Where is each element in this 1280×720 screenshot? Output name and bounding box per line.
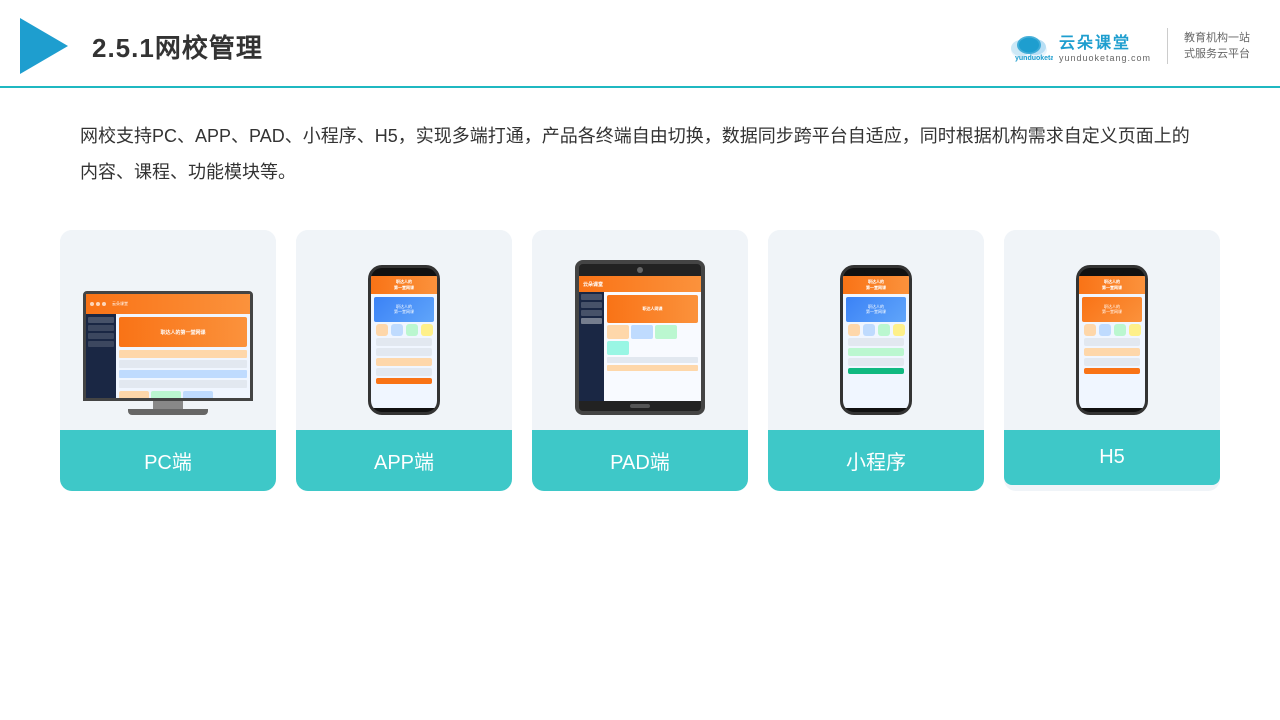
- pc-mock: 云朵课堂 职达人的第一堂网课: [83, 291, 253, 415]
- tablet-mock: 云朵课堂 职达人网课: [575, 260, 705, 415]
- cloud-icon: yunduoketang: [1005, 28, 1053, 64]
- pc-image-area: 云朵课堂 职达人的第一堂网课: [60, 230, 276, 430]
- tablet-home-button: [630, 404, 650, 408]
- pc-screen: 云朵课堂 职达人的第一堂网课: [83, 291, 253, 401]
- brand-pinyin: yunduoketang.com: [1059, 53, 1151, 63]
- header-right: yunduoketang 云朵课堂 yunduoketang.com 教育机构一…: [1005, 28, 1250, 64]
- pc-stand: [153, 401, 183, 409]
- pc-label: PC端: [60, 430, 276, 491]
- device-cards-container: 云朵课堂 职达人的第一堂网课: [0, 200, 1280, 491]
- h5-card: 职达人的第一堂网课 职达人的第一堂网课: [1004, 230, 1220, 491]
- mini-phone-mock: 职达人的第一堂网课 职达人的第一堂网课: [840, 265, 912, 415]
- app-card: 职达人的第一堂网课 职达人的第一堂网课: [296, 230, 512, 491]
- pad-card: 云朵课堂 职达人网课: [532, 230, 748, 491]
- h5-image-area: 职达人的第一堂网课 职达人的第一堂网课: [1004, 230, 1220, 430]
- phone-notch: [392, 270, 416, 276]
- pad-image-area: 云朵课堂 职达人网课: [532, 230, 748, 430]
- header-left: 2.5.1网校管理: [20, 18, 263, 74]
- app-phone-mock: 职达人的第一堂网课 职达人的第一堂网课: [368, 265, 440, 415]
- mini-label: 小程序: [768, 430, 984, 491]
- page-header: 2.5.1网校管理 yunduoketang 云朵课堂 yunduoketang…: [0, 0, 1280, 88]
- h5-notch: [1100, 270, 1124, 276]
- mini-card: 职达人的第一堂网课 职达人的第一堂网课: [768, 230, 984, 491]
- description-text: 网校支持PC、APP、PAD、小程序、H5，实现多端打通，产品各终端自由切换，数…: [0, 88, 1280, 190]
- mini-image-area: 职达人的第一堂网课 职达人的第一堂网课: [768, 230, 984, 430]
- logo-triangle-icon: [20, 18, 68, 74]
- tablet-camera: [637, 267, 643, 273]
- svg-text:yunduoketang: yunduoketang: [1015, 55, 1053, 62]
- brand-name: 云朵课堂 yunduoketang.com: [1059, 29, 1151, 63]
- mini-notch: [864, 270, 888, 276]
- h5-label: H5: [1004, 430, 1220, 485]
- brand-tagline: 教育机构一站式服务云平台: [1184, 30, 1250, 63]
- app-image-area: 职达人的第一堂网课 职达人的第一堂网课: [296, 230, 512, 430]
- pc-base: [128, 409, 208, 415]
- h5-phone-mock: 职达人的第一堂网课 职达人的第一堂网课: [1076, 265, 1148, 415]
- pc-card: 云朵课堂 职达人的第一堂网课: [60, 230, 276, 491]
- brand-divider: [1167, 28, 1168, 64]
- page-title: 2.5.1网校管理: [92, 28, 263, 65]
- app-label: APP端: [296, 430, 512, 491]
- brand-name-main: 云朵课堂: [1059, 29, 1131, 53]
- brand-logo: yunduoketang 云朵课堂 yunduoketang.com: [1005, 28, 1151, 64]
- pad-label: PAD端: [532, 430, 748, 491]
